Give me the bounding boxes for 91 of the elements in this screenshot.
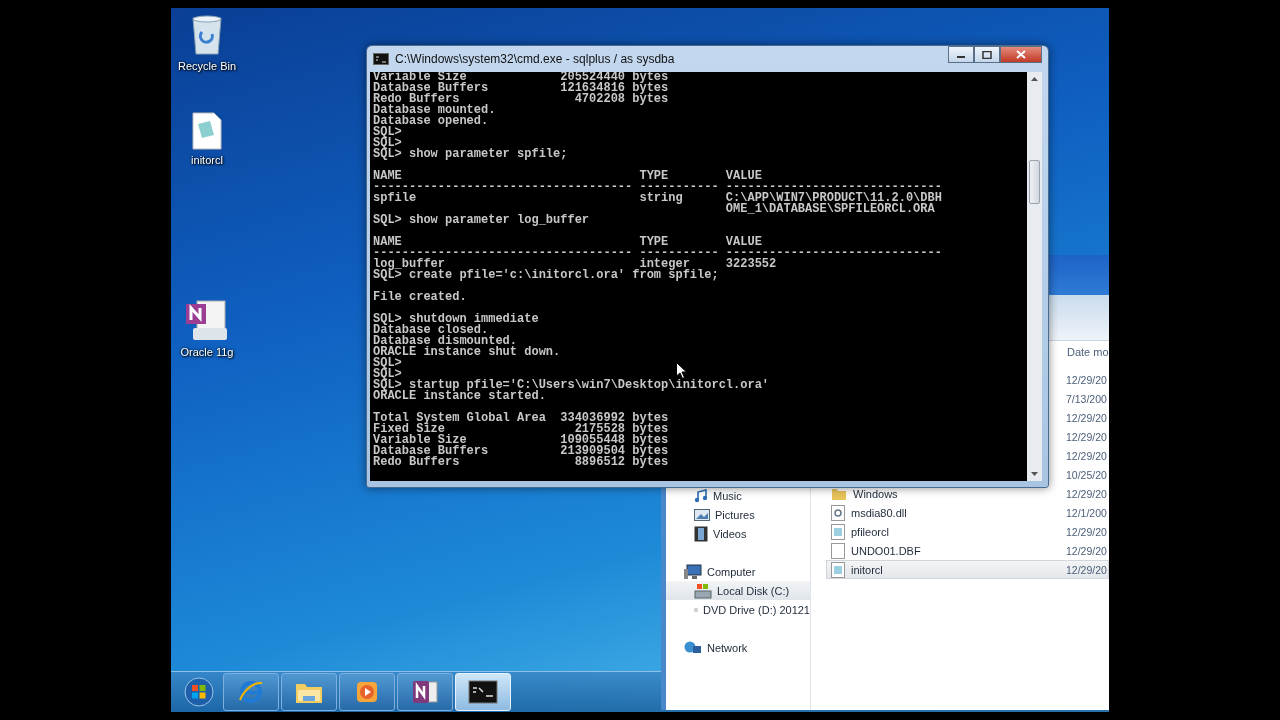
taskbar-button[interactable] bbox=[397, 673, 453, 711]
scrollbar-thumb[interactable] bbox=[1029, 160, 1040, 204]
date-modified: 12/1/200 bbox=[1066, 506, 1108, 519]
console-icon bbox=[373, 53, 389, 65]
nav-item[interactable]: Music bbox=[666, 486, 810, 505]
date-modified: 12/29/20 bbox=[1066, 563, 1108, 576]
folder-icon bbox=[831, 486, 847, 501]
console-line: ORACLE instance shut down. bbox=[373, 347, 561, 358]
desktop-shortcut[interactable]: Recycle Bin bbox=[171, 14, 243, 72]
browser-icon bbox=[237, 678, 265, 706]
console-line: Variable Size 109055448 bytes bbox=[373, 435, 669, 446]
console-line: SQL> bbox=[373, 358, 402, 369]
console-line: File created. bbox=[373, 292, 467, 303]
file-row[interactable]: Windows 12/29/20 bbox=[826, 484, 1109, 503]
console-line: Total System Global Area 334036992 bytes bbox=[373, 413, 669, 424]
maximize-button[interactable] bbox=[974, 46, 1000, 63]
console-line: Database closed. bbox=[373, 325, 489, 336]
console-line: SQL> shutdown immediate bbox=[373, 314, 539, 325]
file-row[interactable]: UNDO01.DBF 12/29/20 bbox=[826, 541, 1109, 560]
console-line: SQL> show parameter log_buffer bbox=[373, 215, 590, 226]
console-line: NAME TYPE VALUE bbox=[373, 237, 762, 248]
nav-item[interactable]: Pictures bbox=[666, 505, 810, 524]
shortcut-label: initorcl bbox=[191, 154, 223, 166]
scroll-up-icon bbox=[1031, 77, 1038, 81]
console-line: SQL> startup pfile='C:\Users\win7\Desktop\initorcl.ora' bbox=[373, 380, 770, 391]
console-line: Fixed Size 2175528 bytes bbox=[373, 424, 669, 435]
shortcut-label: Oracle 11g bbox=[180, 346, 234, 358]
console-line: Database opened. bbox=[373, 116, 489, 127]
desktop-shortcut[interactable]: Oracle 11g bbox=[171, 298, 243, 358]
console-line: NAME TYPE VALUE bbox=[373, 171, 762, 182]
desktop-shortcut[interactable]: initorcl bbox=[171, 112, 243, 166]
text-file-icon bbox=[192, 112, 222, 150]
mouse-pointer-icon bbox=[676, 362, 687, 379]
computer-icon bbox=[684, 563, 702, 580]
console-line: SQL> bbox=[373, 369, 402, 380]
console-line: Redo Buffers 8896512 bytes bbox=[373, 457, 669, 468]
console-line: SQL> bbox=[373, 127, 402, 138]
music-note-icon bbox=[694, 488, 708, 503]
console-line: Database Buffers 213909504 bytes bbox=[373, 446, 669, 457]
console-line: SQL> bbox=[373, 138, 402, 149]
console-line: OME_1\DATABASE\SPFILEORCL.ORA bbox=[724, 204, 935, 215]
file-name: initorcl bbox=[851, 563, 883, 576]
window-title: C:\Windows\system32\cmd.exe - sqlplus / as sysdba bbox=[395, 52, 676, 66]
file-row[interactable]: initorcl 12/29/20 bbox=[826, 560, 1109, 579]
nav-item[interactable]: Computer bbox=[666, 562, 810, 581]
text-file-icon bbox=[831, 523, 845, 540]
console-line: Database Buffers 121634816 bytes bbox=[373, 83, 669, 94]
close-icon bbox=[1016, 50, 1026, 59]
file-name: UNDO01.DBF bbox=[851, 544, 921, 557]
maximize-icon bbox=[982, 50, 992, 59]
console-line: ORACLE instance started. bbox=[373, 391, 546, 402]
blank-file-icon bbox=[831, 542, 845, 559]
column-header[interactable]: Date mo bbox=[1067, 346, 1109, 358]
console-line: ------------------------------------ ----------- ------------------------------ bbox=[373, 248, 942, 259]
console-line: Database dismounted. bbox=[373, 336, 518, 347]
scrollbar[interactable] bbox=[1027, 72, 1042, 481]
date-modified: 12/29/20 bbox=[1066, 544, 1108, 557]
nav-item[interactable]: Network bbox=[666, 638, 810, 657]
close-button[interactable] bbox=[1000, 46, 1042, 63]
console-line: ------------------------------------ ----------- ------------------------------ bbox=[373, 182, 942, 193]
console-line: Variable Size 205524440 bytes bbox=[373, 72, 669, 83]
file-row[interactable]: msdia80.dll 12/1/200 bbox=[826, 503, 1109, 522]
film-icon bbox=[694, 525, 708, 542]
media-player-icon bbox=[355, 680, 379, 704]
minimize-button[interactable] bbox=[948, 46, 974, 63]
text-file-icon bbox=[831, 561, 845, 578]
picture-icon bbox=[694, 507, 710, 522]
console-line: Database mounted. bbox=[373, 105, 496, 116]
shortcut-label: Recycle Bin bbox=[177, 60, 237, 72]
console-line: SQL> show parameter spfile; bbox=[373, 149, 568, 160]
file-name: pfileorcl bbox=[851, 525, 889, 538]
nav-item[interactable]: Videos bbox=[666, 524, 810, 543]
file-row[interactable]: pfileorcl 12/29/20 bbox=[826, 522, 1109, 541]
date-modified: 12/29/20 bbox=[1066, 525, 1108, 538]
scroll-down-icon bbox=[1031, 472, 1038, 476]
console-line: SQL> create pfile='c:\initorcl.ora' from spfile; bbox=[373, 270, 719, 281]
console-line: spfile string C:\APP\WIN7\PRODUCT\11.2.0\DBH bbox=[373, 193, 942, 204]
drive-icon bbox=[694, 582, 712, 599]
file-name: msdia80.dll bbox=[851, 506, 907, 519]
date-modified: 12/29/20 bbox=[1066, 487, 1108, 500]
gear-file-icon bbox=[831, 504, 845, 521]
recycle-bin-icon bbox=[190, 14, 224, 56]
console-icon bbox=[468, 680, 498, 704]
nav-item[interactable]: DVD Drive (D:) 20121 bbox=[666, 600, 810, 619]
notebook-icon bbox=[185, 298, 229, 342]
console-line: Redo Buffers 4702208 bytes bbox=[373, 94, 669, 105]
network-icon bbox=[684, 639, 702, 656]
notebook-icon bbox=[411, 678, 439, 706]
nav-item[interactable]: Local Disk (C:) bbox=[666, 581, 810, 600]
file-name: Windows bbox=[853, 487, 898, 500]
console-line: log_buffer integer 3223552 bbox=[373, 259, 777, 270]
